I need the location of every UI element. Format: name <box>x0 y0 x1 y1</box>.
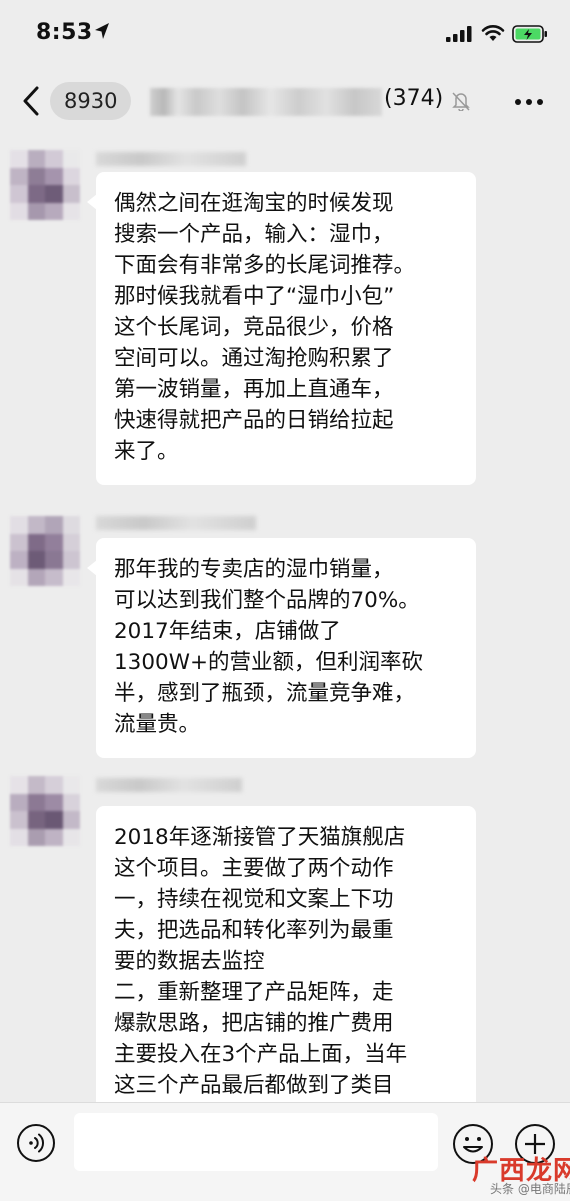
more-dots-icon[interactable] <box>514 98 544 106</box>
sender-avatar[interactable] <box>10 776 80 846</box>
sender-avatar[interactable] <box>10 516 80 586</box>
chat-header: 8930 (374) <box>0 68 570 134</box>
voice-icon[interactable] <box>16 1123 56 1163</box>
back-chevron-icon[interactable] <box>22 86 40 116</box>
unread-count-badge[interactable]: 8930 <box>50 82 132 120</box>
sender-avatar[interactable] <box>10 150 80 220</box>
battery-charging-icon <box>512 25 547 43</box>
signal-icon <box>446 26 472 42</box>
group-name-blurred <box>150 88 382 116</box>
mute-bell-icon <box>452 92 470 111</box>
wifi-icon <box>481 25 505 41</box>
message-bubble[interactable]: 那年我的专卖店的湿巾销量， 可以达到我们整个品牌的70%。 2017年结束，店铺… <box>87 538 476 758</box>
member-count: (374) <box>384 86 444 111</box>
sender-name-blurred <box>96 516 256 530</box>
status-bar: 8:53 <box>0 0 570 68</box>
location-arrow-icon <box>95 23 109 39</box>
message-input[interactable] <box>74 1113 438 1171</box>
message-bubble[interactable]: 2018年逐渐接管了天猫旗舰店 这个项目。主要做了两个动作 一，持续在视觉和文案… <box>96 806 476 1106</box>
sender-name-blurred <box>96 152 246 166</box>
watermark: 广西龙网 头条 @电商陆辰 <box>470 1150 570 1200</box>
watermark-credit: 头条 @电商陆辰 <box>490 1182 570 1196</box>
sender-name-blurred <box>96 778 242 792</box>
status-time: 8:53 <box>36 20 93 45</box>
message-bubble[interactable]: 偶然之间在逛淘宝的时候发现 搜索一个产品，输入：湿巾， 下面会有非常多的长尾词推… <box>87 172 476 485</box>
